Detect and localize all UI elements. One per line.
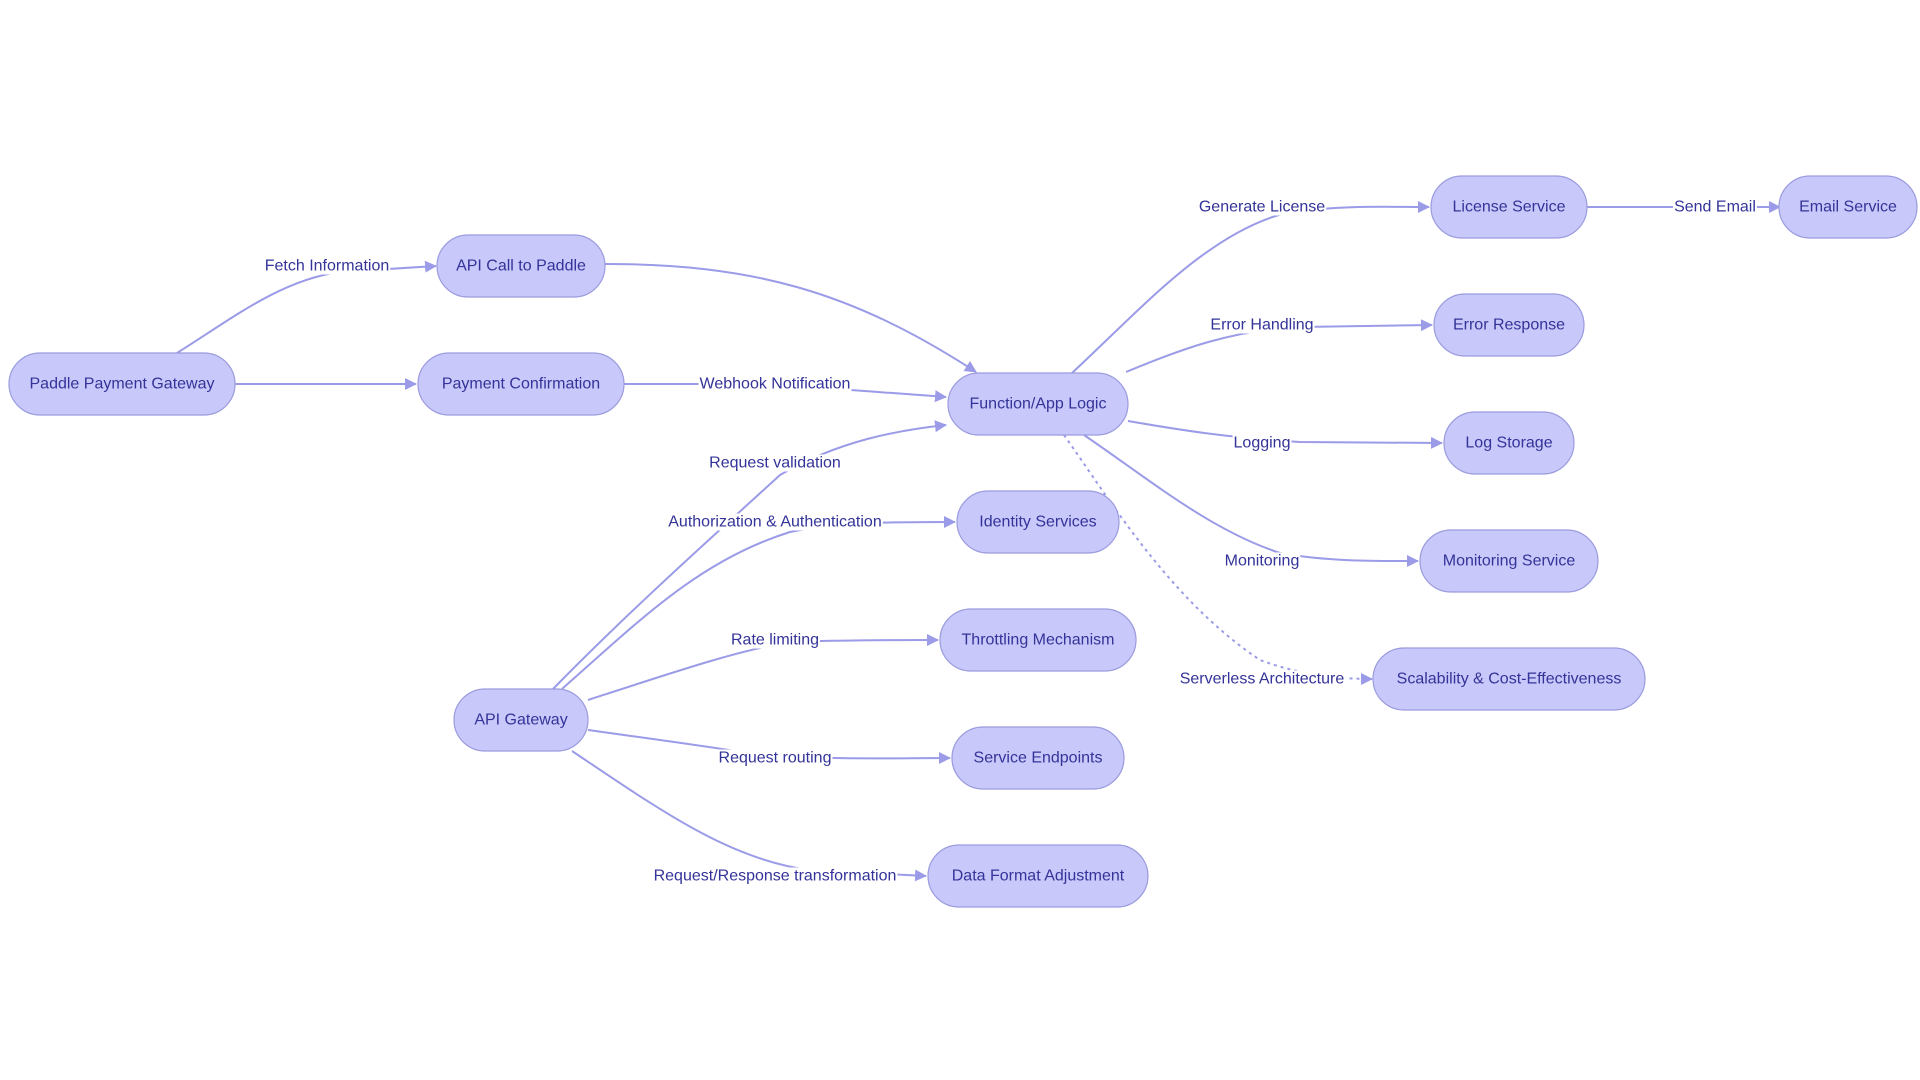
node-email[interactable]: Email Service	[1778, 175, 1918, 239]
node-label: Error Response	[1453, 317, 1565, 334]
edge-label-text: Request/Response transformation	[654, 868, 897, 885]
node-throttle[interactable]: Throttling Mechanism	[939, 608, 1137, 672]
edge-label-text: Monitoring	[1225, 553, 1300, 570]
node-paddle[interactable]: Paddle Payment Gateway	[8, 352, 236, 416]
node-label: API Gateway	[474, 712, 567, 729]
edge-label-paddle-to-apicall: Fetch Information	[263, 257, 391, 275]
node-label: License Service	[1453, 199, 1566, 216]
edge-label-text: Error Handling	[1210, 317, 1313, 334]
node-label: API Call to Paddle	[456, 258, 586, 275]
node-label: Email Service	[1799, 199, 1897, 216]
edge-label-apigw-to-func: Request validation	[708, 454, 842, 472]
edge-paddle-to-apicall	[176, 260, 437, 354]
edge-label-func-to-error: Error Handling	[1209, 316, 1315, 334]
flowchart-diagram: Fetch Information Webhook Notification Req…	[8, 175, 1918, 908]
edge-label-text: Request routing	[719, 750, 832, 767]
node-label: Function/App Logic	[970, 396, 1107, 413]
edge-label-payconf-to-func: Webhook Notification	[698, 375, 852, 393]
node-label: Log Storage	[1465, 435, 1552, 452]
edge-apicall-to-func	[604, 263, 977, 373]
edge-label-text: Send Email	[1674, 199, 1756, 216]
edge-label-func-to-scal: Serverless Architecture	[1178, 670, 1346, 688]
node-label: Scalability & Cost-Effectiveness	[1397, 671, 1622, 688]
edge-label-func-to-log: Logging	[1232, 434, 1292, 452]
node-license[interactable]: License Service	[1430, 175, 1588, 239]
edge-label-apigw-to-dataformat: Request/Response transformation	[652, 867, 898, 885]
node-label: Throttling Mechanism	[962, 632, 1115, 649]
edge-apigw-to-identity	[561, 516, 956, 690]
edge-label-text: Fetch Information	[265, 258, 390, 275]
edge-apigw-to-dataformat	[571, 750, 927, 882]
node-identity[interactable]: Identity Services	[956, 490, 1120, 554]
edge-label-text: Rate limiting	[731, 632, 819, 649]
edge-func-to-monitor	[1083, 434, 1419, 568]
edge-func-to-license	[1071, 200, 1430, 374]
node-label: Service Endpoints	[974, 750, 1103, 767]
node-scal[interactable]: Scalability & Cost-Effectiveness	[1372, 647, 1646, 711]
node-endpoints[interactable]: Service Endpoints	[951, 726, 1125, 790]
node-error[interactable]: Error Response	[1433, 293, 1585, 357]
edge-label-apigw-to-endpoints: Request routing	[717, 749, 833, 767]
edge-label-func-to-monitor: Monitoring	[1223, 552, 1301, 570]
edge-label-text: Authorization & Authentication	[668, 514, 881, 531]
node-payconf[interactable]: Payment Confirmation	[417, 352, 625, 416]
edge-label-license-to-email: Send Email	[1673, 198, 1757, 216]
node-log[interactable]: Log Storage	[1443, 411, 1575, 475]
edge-label-text: Webhook Notification	[700, 376, 851, 393]
node-apicall[interactable]: API Call to Paddle	[436, 234, 606, 298]
edge-label-text: Generate License	[1199, 199, 1325, 216]
node-label: Monitoring Service	[1443, 553, 1576, 570]
node-label: Identity Services	[979, 514, 1096, 531]
edge-label-apigw-to-throttle: Rate limiting	[729, 631, 821, 649]
edge-label-text: Serverless Architecture	[1180, 671, 1345, 688]
node-func[interactable]: Function/App Logic	[947, 372, 1129, 436]
edge-label-text: Request validation	[709, 455, 841, 472]
node-dataformat[interactable]: Data Format Adjustment	[927, 844, 1149, 908]
node-label: Payment Confirmation	[442, 376, 600, 393]
edge-apigw-to-throttle	[587, 634, 939, 701]
nodes-layer: Paddle Payment Gateway API Call to Paddle…	[8, 175, 1918, 908]
node-apigw[interactable]: API Gateway	[453, 688, 589, 752]
node-label: Data Format Adjustment	[952, 868, 1125, 885]
edge-label-apigw-to-identity: Authorization & Authentication	[667, 513, 883, 531]
edge-label-func-to-license: Generate License	[1197, 198, 1327, 216]
edge-label-text: Logging	[1234, 435, 1291, 452]
node-monitor[interactable]: Monitoring Service	[1419, 529, 1599, 593]
node-label: Paddle Payment Gateway	[30, 376, 215, 393]
